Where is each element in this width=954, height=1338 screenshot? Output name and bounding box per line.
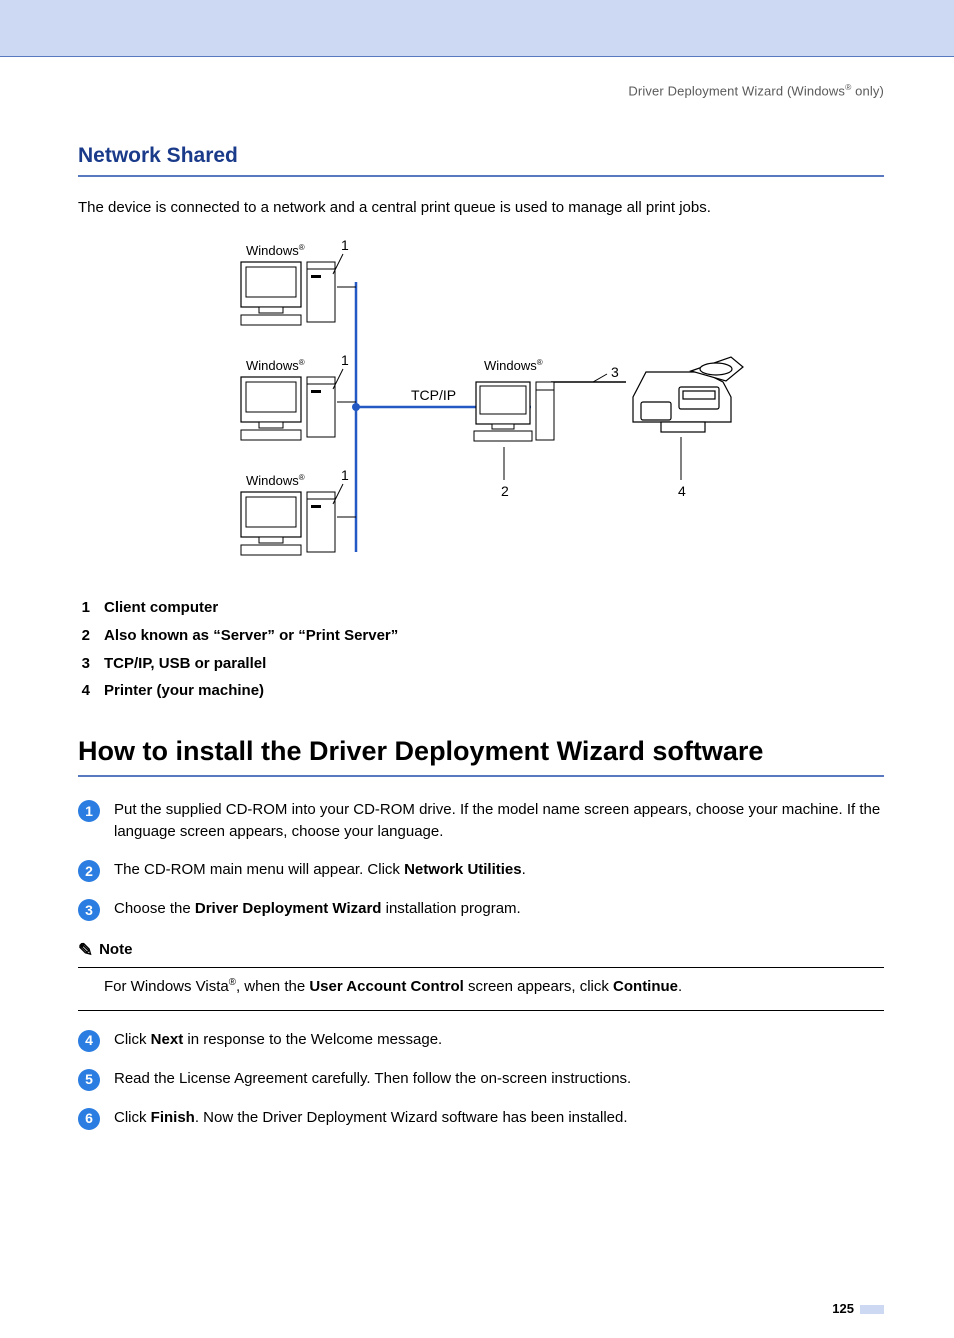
step-text: in response to the Welcome message. [183, 1031, 442, 1048]
legend-row: 3 TCP/IP, USB or parallel [78, 653, 884, 675]
step-bullet-5: 5 [78, 1069, 100, 1091]
step-3: 3 Choose the Driver Deployment Wizard in… [78, 898, 884, 921]
step-6: 6 Click Finish. Now the Driver Deploymen… [78, 1107, 884, 1130]
note-text: , when the [236, 978, 309, 995]
legend-num: 3 [78, 653, 90, 675]
step-bold: Finish [151, 1109, 195, 1126]
callout-3: 3 [611, 364, 619, 380]
legend-row: 1 Client computer [78, 597, 884, 619]
callout-1b: 1 [341, 352, 349, 368]
step-1: 1 Put the supplied CD-ROM into your CD-R… [78, 799, 884, 843]
callout-1c: 1 [341, 467, 349, 483]
callout-1: 1 [341, 237, 349, 253]
footer-bar [860, 1305, 884, 1314]
step-bullet-4: 4 [78, 1030, 100, 1052]
step-bullet-6: 6 [78, 1108, 100, 1130]
step-text: installation program. [381, 900, 520, 917]
legend-row: 4 Printer (your machine) [78, 680, 884, 702]
step-text: The CD-ROM main menu will appear. Click [114, 861, 404, 878]
note-body: For Windows Vista®, when the User Accoun… [78, 974, 884, 1000]
step-bullet-2: 2 [78, 860, 100, 882]
legend-num: 4 [78, 680, 90, 702]
legend-text: Printer (your machine) [104, 680, 264, 702]
note-bold: Continue [613, 978, 678, 995]
svg-text:Windows®: Windows® [484, 358, 543, 373]
step-text: Click [114, 1031, 151, 1048]
protocol-label: TCP/IP [411, 387, 456, 403]
step-5: 5 Read the License Agreement carefully. … [78, 1068, 884, 1091]
note-block: ✎ Note For Windows Vista®, when the User… [78, 937, 884, 1011]
breadcrumb: Driver Deployment Wizard (Windows® only) [78, 81, 884, 101]
section-rule [78, 175, 884, 177]
step-text: . Now the Driver Deployment Wizard softw… [195, 1109, 628, 1126]
svg-text:Windows®: Windows® [246, 358, 305, 373]
legend-text: TCP/IP, USB or parallel [104, 653, 266, 675]
step-bullet-3: 3 [78, 899, 100, 921]
step-body: Choose the Driver Deployment Wizard inst… [114, 898, 884, 920]
step-text: Click [114, 1109, 151, 1126]
install-title: How to install the Driver Deployment Wiz… [78, 732, 884, 771]
step-text: . [522, 861, 526, 878]
step-bold: Next [151, 1031, 184, 1048]
svg-text:Windows®: Windows® [246, 473, 305, 488]
step-bullet-1: 1 [78, 800, 100, 822]
legend-row: 2 Also known as “Server” or “Print Serve… [78, 625, 884, 647]
note-bold: User Account Control [309, 978, 463, 995]
note-text: . [678, 978, 682, 995]
step-bold: Network Utilities [404, 861, 522, 878]
legend-text: Client computer [104, 597, 218, 619]
step-body: The CD-ROM main menu will appear. Click … [114, 859, 884, 881]
legend-num: 1 [78, 597, 90, 619]
note-top-rule [78, 967, 884, 968]
note-text: screen appears, click [464, 978, 613, 995]
legend-num: 2 [78, 625, 90, 647]
breadcrumb-suffix: only) [851, 83, 884, 98]
note-bottom-rule [78, 1010, 884, 1011]
callout-4: 4 [678, 483, 686, 499]
step-body: Put the supplied CD-ROM into your CD-ROM… [114, 799, 884, 843]
step-body: Click Next in response to the Welcome me… [114, 1029, 884, 1051]
step-bold: Driver Deployment Wizard [195, 900, 382, 917]
callout-2: 2 [501, 483, 509, 499]
top-rule [0, 56, 954, 57]
diagram-legend: 1 Client computer 2 Also known as “Serve… [78, 597, 884, 702]
svg-text:Windows®: Windows® [246, 243, 305, 258]
step-4: 4 Click Next in response to the Welcome … [78, 1029, 884, 1052]
page-footer: 125 [78, 1300, 884, 1319]
note-heading: ✎ Note [78, 937, 884, 963]
section-title: Network Shared [78, 141, 884, 171]
note-sup: ® [229, 977, 236, 988]
install-rule [78, 775, 884, 777]
page-number: 125 [832, 1300, 854, 1319]
note-text: For Windows Vista [104, 978, 229, 995]
step-text: Choose the [114, 900, 195, 917]
note-label: Note [99, 939, 132, 961]
step-body: Click Finish. Now the Driver Deployment … [114, 1107, 884, 1129]
section-intro: The device is connected to a network and… [78, 197, 884, 219]
step-body: Read the License Agreement carefully. Th… [114, 1068, 884, 1090]
step-2: 2 The CD-ROM main menu will appear. Clic… [78, 859, 884, 882]
legend-text: Also known as “Server” or “Print Server” [104, 625, 398, 647]
top-blue-bar [0, 0, 954, 56]
breadcrumb-text: Driver Deployment Wizard (Windows [628, 83, 845, 98]
network-diagram: Windows® 1 Windows® [78, 232, 884, 579]
page-content: 7 Driver Deployment Wizard (Windows® onl… [0, 81, 954, 1338]
pencil-icon: ✎ [78, 937, 93, 963]
